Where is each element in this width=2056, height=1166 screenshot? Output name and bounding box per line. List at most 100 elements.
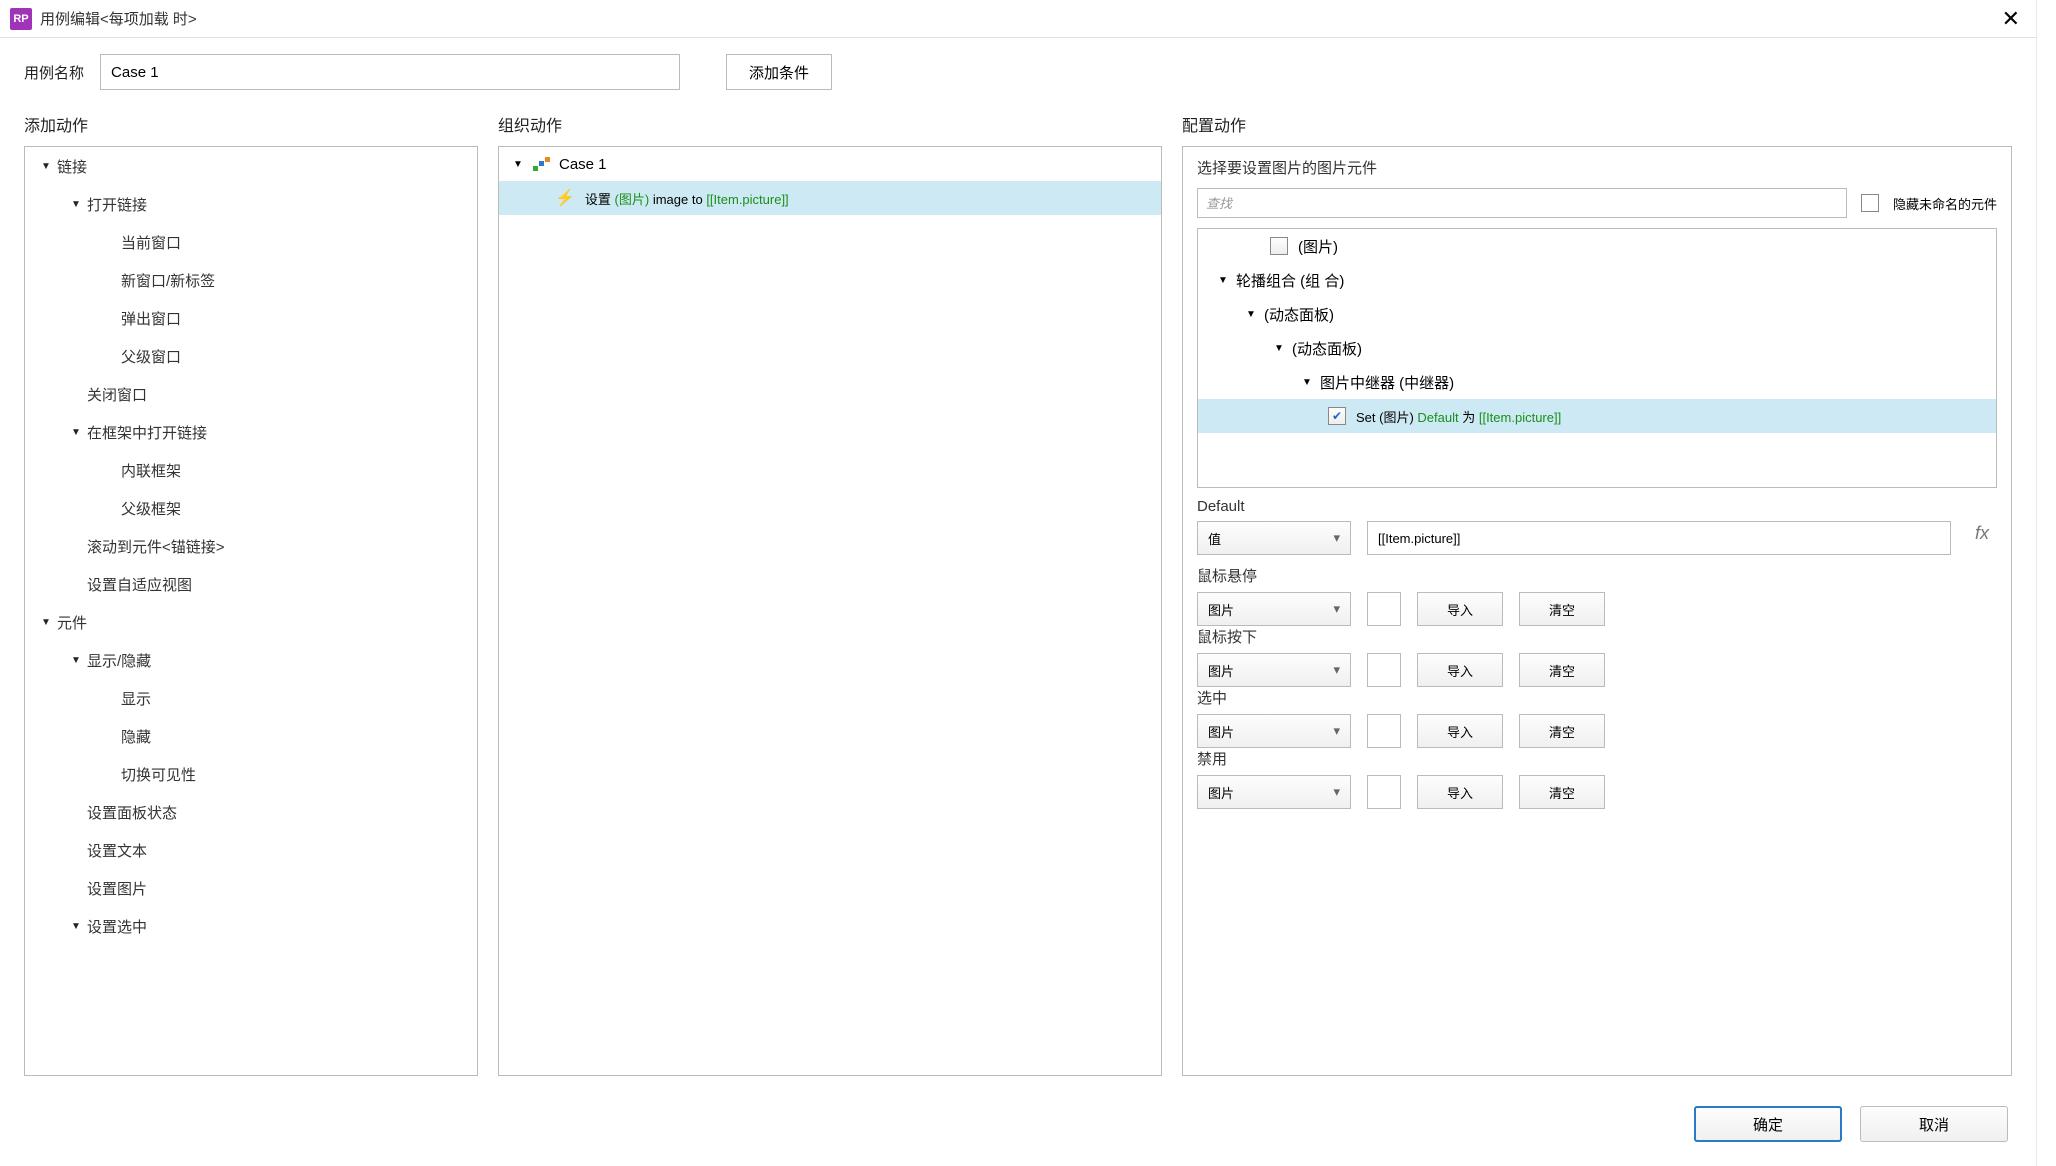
organize-action-panel: Case 1 ⚡ 设置 (图片) image to [[Item.picture… [498, 146, 1162, 1076]
action-tree-item[interactable]: 打开链接 [25, 189, 477, 219]
action-tree-item[interactable]: 关闭窗口 [25, 379, 477, 409]
hide-unnamed-label: 隐藏未命名的元件 [1893, 194, 1997, 213]
tree-item-label: 父级窗口 [121, 346, 181, 367]
import-button[interactable]: 导入 [1417, 592, 1503, 626]
state-type-dropdown[interactable]: 图片 [1197, 775, 1351, 809]
action-tree-item[interactable]: 当前窗口 [25, 227, 477, 257]
widget-label: (图片) [1298, 236, 1338, 257]
action-tree-item[interactable]: 显示/隐藏 [25, 645, 477, 675]
tree-item-label: 设置文本 [87, 840, 147, 861]
state-group: 禁用图片 导入清空 [1197, 748, 1997, 809]
state-type-dropdown[interactable]: 图片 [1197, 592, 1351, 626]
tree-item-label: 显示/隐藏 [87, 650, 151, 671]
organize-action-header: 组织动作 [498, 112, 1162, 136]
state-preview-box[interactable] [1367, 592, 1401, 626]
chevron-down-icon[interactable] [513, 159, 527, 170]
tree-item-label: 设置面板状态 [87, 802, 177, 823]
case-editor-dialog: RP 用例编辑<每项加载 时> ✕ 用例名称 添加条件 添加动作 链接打开链接当… [0, 0, 2036, 1166]
default-type-dropdown[interactable]: 值 [1197, 521, 1351, 555]
import-button[interactable]: 导入 [1417, 714, 1503, 748]
widget-tree-row-selected[interactable]: Set (图片) Default 为 [[Item.picture]] [1198, 399, 1996, 433]
state-preview-box[interactable] [1367, 714, 1401, 748]
action-tree-item[interactable]: 内联框架 [25, 455, 477, 485]
widget-checkbox[interactable] [1328, 407, 1346, 425]
default-value-input[interactable] [1367, 521, 1951, 555]
state-controls: 图片 导入清空 [1197, 592, 1997, 626]
state-preview-box[interactable] [1367, 653, 1401, 687]
widget-tree-row[interactable]: (动态面板) [1198, 297, 1996, 331]
state-label: 禁用 [1197, 748, 1997, 769]
state-preview-box[interactable] [1367, 775, 1401, 809]
import-button[interactable]: 导入 [1417, 775, 1503, 809]
ok-button[interactable]: 确定 [1694, 1106, 1842, 1142]
chevron-down-icon[interactable] [69, 654, 83, 666]
widget-label: Set (图片) Default 为 [[Item.picture]] [1356, 407, 1561, 426]
action-tree-item[interactable]: 在框架中打开链接 [25, 417, 477, 447]
tree-item-label: 滚动到元件<锚链接> [87, 536, 225, 557]
widget-checkbox[interactable] [1270, 237, 1288, 255]
chevron-down-icon[interactable] [1272, 343, 1286, 354]
widget-tree-row[interactable]: (图片) [1198, 229, 1996, 263]
chevron-down-icon[interactable] [1216, 275, 1230, 286]
clear-button[interactable]: 清空 [1519, 714, 1605, 748]
cancel-button[interactable]: 取消 [1860, 1106, 2008, 1142]
chevron-down-icon[interactable] [39, 616, 53, 628]
clear-button[interactable]: 清空 [1519, 653, 1605, 687]
widget-label: (动态面板) [1292, 338, 1362, 359]
action-tree-item[interactable]: 元件 [25, 607, 477, 637]
chevron-down-icon[interactable] [69, 920, 83, 932]
tree-item-label: 父级框架 [121, 498, 181, 519]
action-tree-item[interactable]: 设置自适应视图 [25, 569, 477, 599]
configure-inner: 选择要设置图片的图片元件 隐藏未命名的元件 (图片)轮播组合 (组 合)(动态面… [1183, 147, 2011, 1075]
action-tree-item[interactable]: 隐藏 [25, 721, 477, 751]
action-tree-item[interactable]: 切换可见性 [25, 759, 477, 789]
add-condition-button[interactable]: 添加条件 [726, 54, 832, 90]
bolt-icon: ⚡ [555, 188, 575, 208]
action-tree-item[interactable]: 链接 [25, 151, 477, 181]
widget-tree-row[interactable]: 轮播组合 (组 合) [1198, 263, 1996, 297]
action-tree[interactable]: 链接打开链接当前窗口新窗口/新标签弹出窗口父级窗口关闭窗口在框架中打开链接内联框… [25, 147, 477, 1075]
clear-button[interactable]: 清空 [1519, 775, 1605, 809]
titlebar: RP 用例编辑<每项加载 时> ✕ [0, 0, 2036, 38]
action-text: 设置 (图片) image to [[Item.picture]] [585, 189, 789, 208]
organize-action-column: 组织动作 Case 1 ⚡ 设置 (图片) image to [[Item.pi… [498, 106, 1162, 1076]
close-icon[interactable]: ✕ [1994, 6, 2028, 32]
import-button[interactable]: 导入 [1417, 653, 1503, 687]
widget-tree[interactable]: (图片)轮播组合 (组 合)(动态面板)(动态面板)图片中继器 (中继器)Set… [1197, 228, 1997, 488]
chevron-down-icon[interactable] [69, 198, 83, 210]
tree-item-label: 隐藏 [121, 726, 151, 747]
chevron-down-icon[interactable] [39, 160, 53, 172]
action-tree-item[interactable]: 设置面板状态 [25, 797, 477, 827]
action-row[interactable]: ⚡ 设置 (图片) image to [[Item.picture]] [499, 181, 1161, 215]
tree-item-label: 打开链接 [87, 194, 147, 215]
widget-tree-row[interactable]: (动态面板) [1198, 331, 1996, 365]
state-type-dropdown[interactable]: 图片 [1197, 714, 1351, 748]
configure-action-header: 配置动作 [1182, 112, 2012, 136]
action-tree-item[interactable]: 设置文本 [25, 835, 477, 865]
case-row[interactable]: Case 1 [499, 147, 1161, 181]
action-tree-item[interactable]: 显示 [25, 683, 477, 713]
action-tree-item[interactable]: 设置图片 [25, 873, 477, 903]
chevron-down-icon[interactable] [1300, 377, 1314, 388]
fx-button[interactable]: fx [1967, 523, 1997, 553]
clear-button[interactable]: 清空 [1519, 592, 1605, 626]
case-name-input[interactable] [100, 54, 680, 90]
chevron-down-icon[interactable] [1244, 309, 1258, 320]
action-tree-item[interactable]: 滚动到元件<锚链接> [25, 531, 477, 561]
chevron-down-icon[interactable] [69, 426, 83, 438]
widget-label: 图片中继器 (中继器) [1320, 372, 1454, 393]
tree-item-label: 弹出窗口 [121, 308, 181, 329]
action-tree-item[interactable]: 弹出窗口 [25, 303, 477, 333]
action-tree-item[interactable]: 父级框架 [25, 493, 477, 523]
state-group: 选中图片 导入清空 [1197, 687, 1997, 748]
state-label: 选中 [1197, 687, 1997, 708]
hide-unnamed-checkbox[interactable] [1861, 194, 1879, 212]
widget-tree-row[interactable]: 图片中继器 (中继器) [1198, 365, 1996, 399]
action-tree-item[interactable]: 新窗口/新标签 [25, 265, 477, 295]
action-tree-item[interactable]: 设置选中 [25, 911, 477, 941]
search-input[interactable] [1197, 188, 1847, 218]
state-type-dropdown[interactable]: 图片 [1197, 653, 1351, 687]
action-tree-item[interactable]: 父级窗口 [25, 341, 477, 371]
add-action-panel: 链接打开链接当前窗口新窗口/新标签弹出窗口父级窗口关闭窗口在框架中打开链接内联框… [24, 146, 478, 1076]
state-controls: 图片 导入清空 [1197, 653, 1997, 687]
